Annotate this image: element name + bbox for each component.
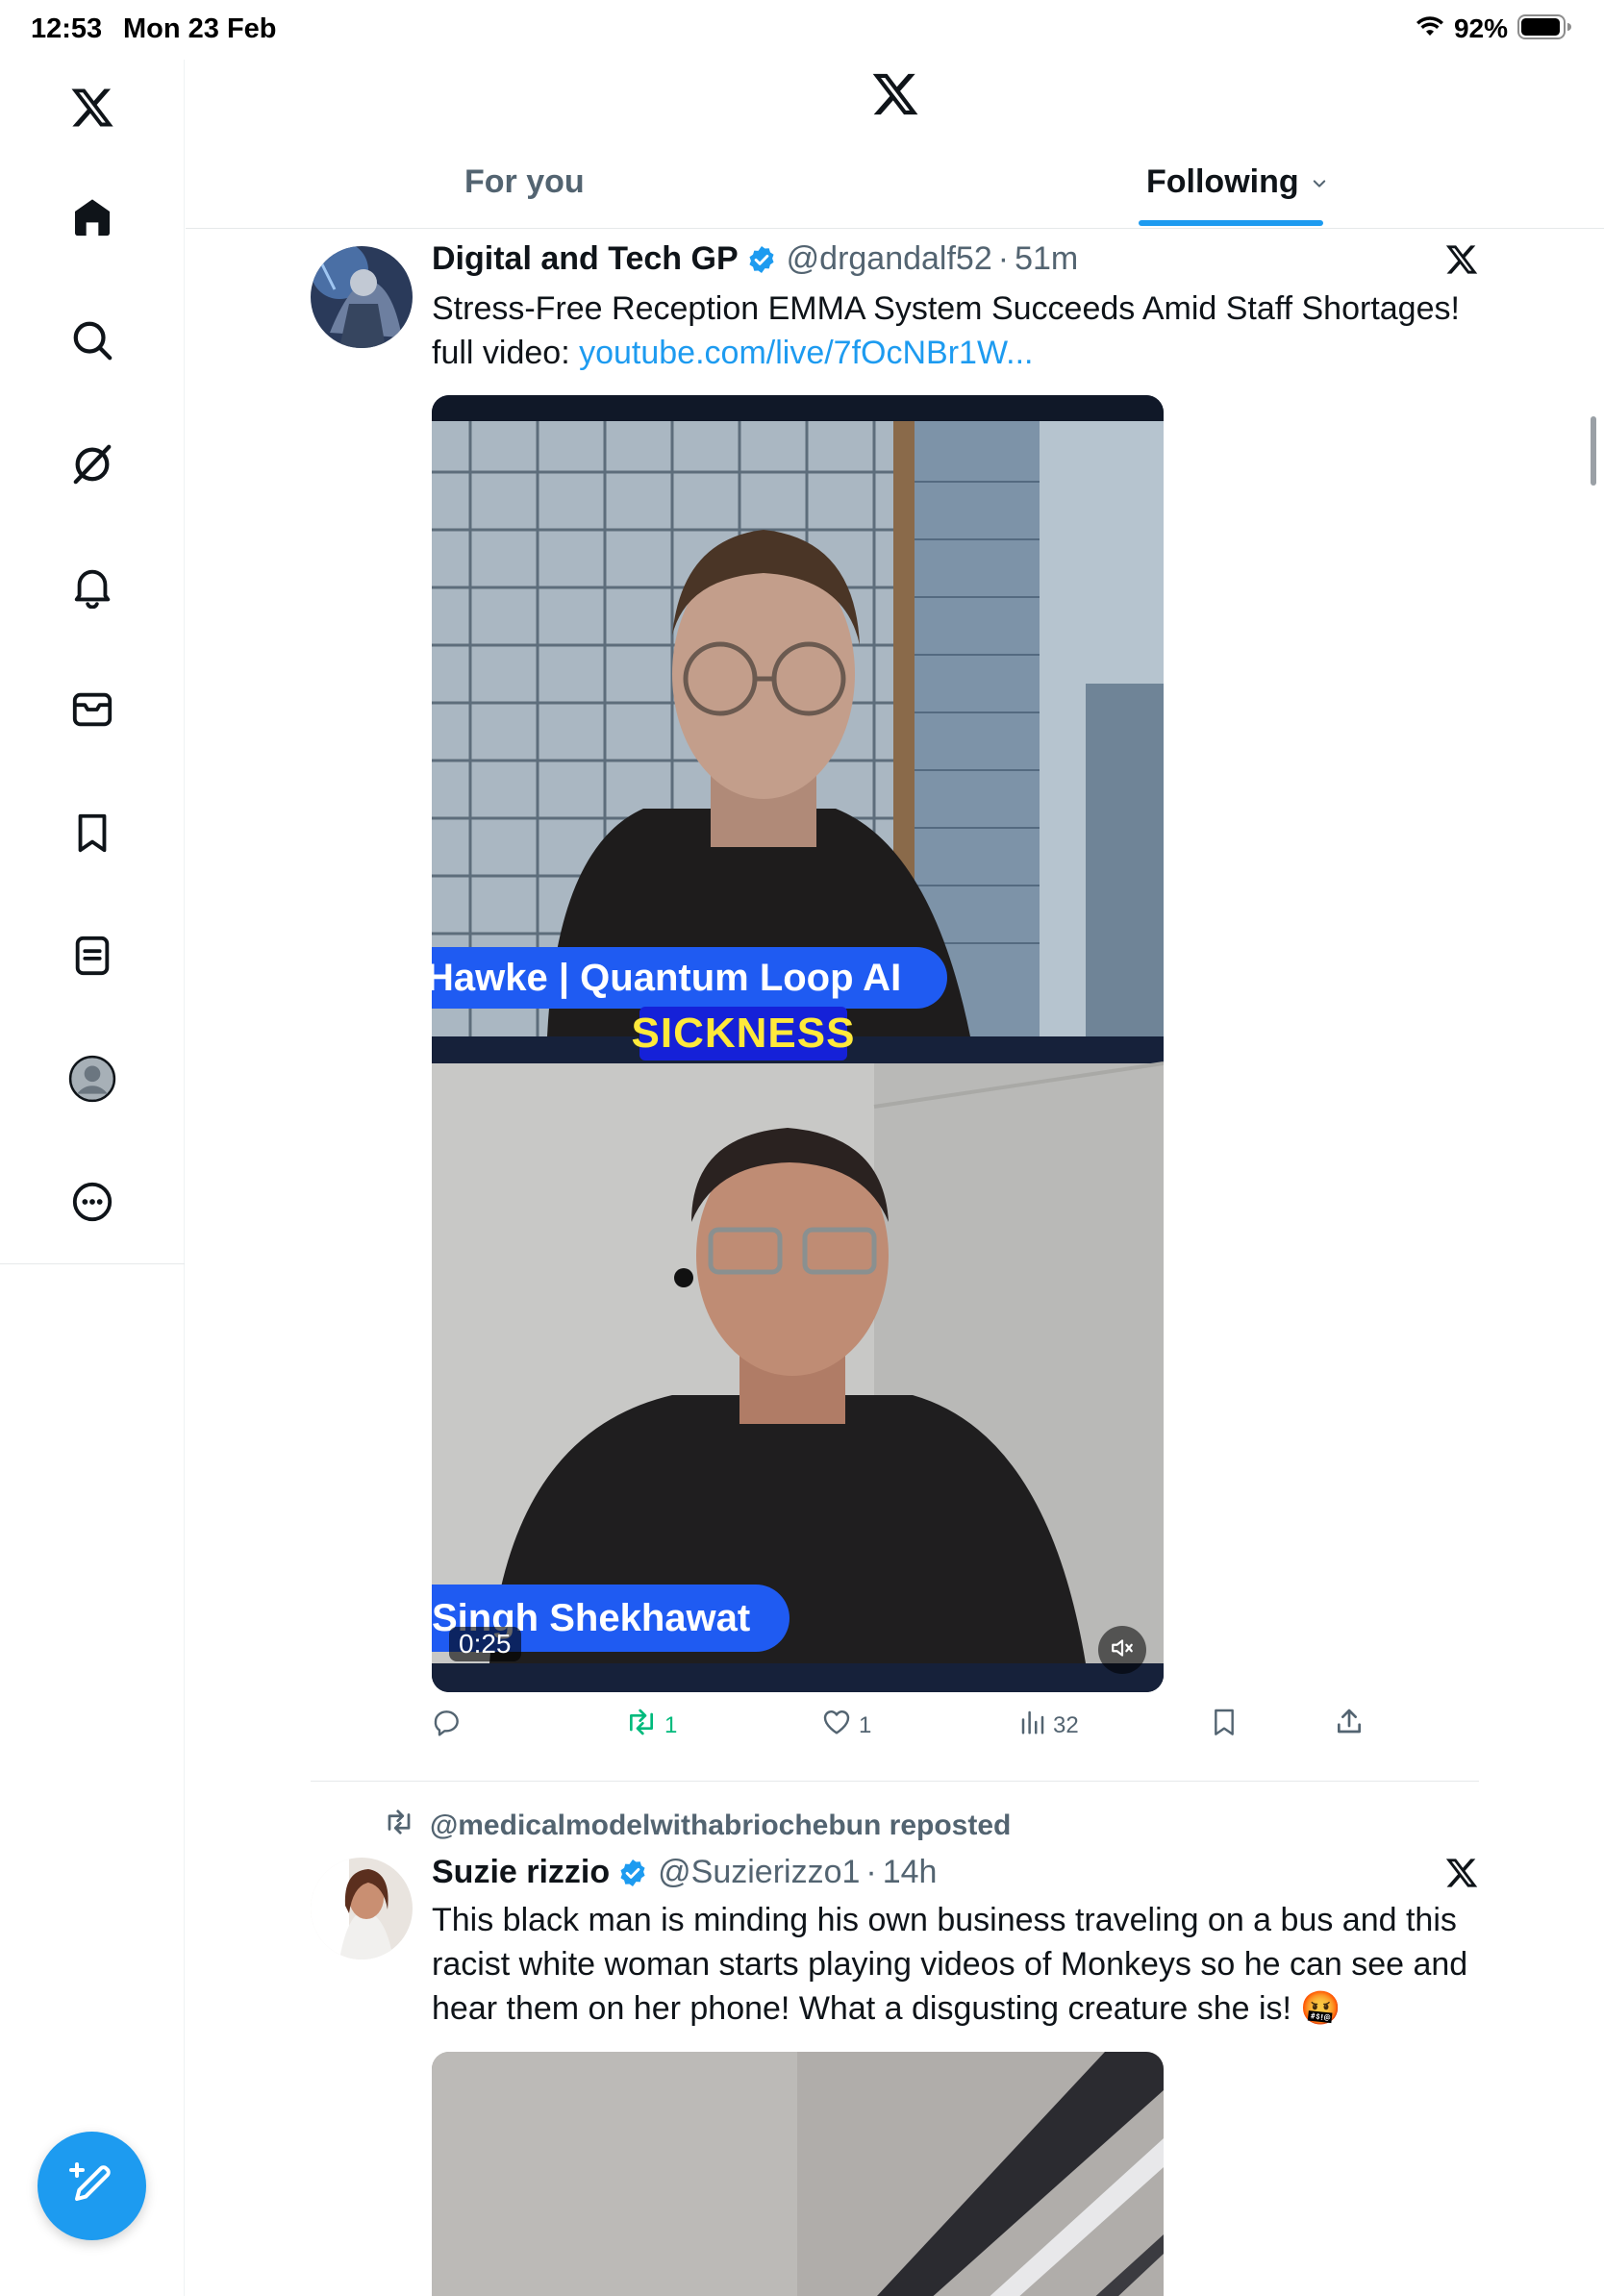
post-text-line: full video: youtube.com/live/7fOcNBr1W..… <box>432 331 1480 375</box>
wifi-icon <box>1416 15 1444 43</box>
status-right: 92% <box>1416 13 1571 44</box>
bell-icon <box>70 564 114 613</box>
like-button[interactable]: 1 <box>820 1707 871 1744</box>
post-header: Suzie rizzio @Suzierizzo1 · 14h <box>432 1854 937 1891</box>
more-icon <box>70 1180 114 1229</box>
tab-for-you[interactable]: For you <box>464 163 585 201</box>
repost-count: 1 <box>664 1711 678 1738</box>
scroll-indicator[interactable] <box>1591 416 1596 486</box>
share-icon <box>1334 1707 1365 1744</box>
video-duration: 0:25 <box>449 1627 521 1661</box>
sidebar-item-notifications[interactable] <box>0 540 185 636</box>
views-count: 32 <box>1053 1711 1079 1738</box>
sidebar-item-profile[interactable] <box>0 1033 185 1129</box>
like-count: 1 <box>859 1711 872 1738</box>
x-logo-icon[interactable] <box>1444 242 1479 282</box>
bookmark-icon <box>70 811 114 860</box>
tab-following[interactable]: Following <box>1146 163 1328 201</box>
avatar-icon <box>68 1055 116 1108</box>
x-logo-icon <box>870 69 920 124</box>
post-text: Stress-Free Reception EMMA System Succee… <box>432 287 1480 375</box>
status-bar: 12:53 Mon 23 Feb 92% <box>0 0 1604 60</box>
verified-badge-icon <box>617 1858 648 1888</box>
tab-active-indicator <box>1139 220 1323 226</box>
post-time[interactable]: 14h <box>883 1854 938 1891</box>
bookmark-icon <box>1209 1707 1240 1744</box>
x-logo-icon <box>69 85 115 136</box>
post-video[interactable] <box>432 2052 1164 2296</box>
repost-icon <box>624 1707 659 1744</box>
share-button[interactable] <box>1334 1707 1365 1744</box>
post-text-line: Stress-Free Reception EMMA System Succee… <box>432 290 1460 327</box>
video-lower-third-top: Hawke | Quantum Loop AI <box>432 947 947 1009</box>
video-caption: SICKNESS <box>632 1007 854 1061</box>
sidebar-item-lists[interactable] <box>0 910 185 1006</box>
post-author-name[interactable]: Digital and Tech GP <box>432 240 739 278</box>
post-time[interactable]: 51m <box>1015 240 1078 278</box>
post[interactable]: Digital and Tech GP @drgandalf52 · 51m S… <box>311 231 1479 1769</box>
post-video[interactable]: Hawke | Quantum Loop AI SICKNESS Singh S… <box>432 395 1164 1692</box>
sidebar-item-bookmarks[interactable] <box>0 786 185 883</box>
envelope-icon <box>70 687 114 736</box>
sidebar-divider <box>0 1263 185 1264</box>
tab-following-label: Following <box>1146 163 1299 200</box>
list-icon <box>70 934 114 983</box>
repost-icon <box>382 1808 416 1844</box>
repost-context[interactable]: @medicalmodelwithabriochebun reposted <box>382 1808 1011 1844</box>
post-header: Digital and Tech GP @drgandalf52 · 51m <box>432 240 1078 278</box>
chevron-down-icon[interactable] <box>1311 163 1328 201</box>
volume-muted-icon <box>1110 1635 1135 1665</box>
sidebar-item-grok[interactable] <box>0 417 185 513</box>
heart-icon <box>820 1707 853 1744</box>
post-actions: 1 1 32 <box>432 1707 1361 1755</box>
sidebar <box>0 60 185 2296</box>
post-text: This black man is minding his own busine… <box>432 1902 1468 2027</box>
sidebar-item-explore[interactable] <box>0 294 185 390</box>
grok-icon <box>70 441 114 490</box>
post-divider <box>311 1781 1479 1782</box>
sidebar-item-home[interactable] <box>0 171 185 267</box>
post-handle[interactable]: @Suzierizzo1 <box>658 1854 860 1891</box>
post-author-name[interactable]: Suzie rizzio <box>432 1854 610 1891</box>
mute-button[interactable] <box>1098 1626 1146 1674</box>
compose-button[interactable] <box>38 2132 146 2240</box>
search-icon <box>70 318 114 367</box>
avatar[interactable] <box>311 246 413 348</box>
bookmark-button[interactable] <box>1209 1707 1240 1744</box>
post-separator: · <box>997 240 1010 277</box>
sidebar-item-messages[interactable] <box>0 663 185 760</box>
status-time: 12:53 <box>31 13 103 44</box>
post[interactable]: Suzie rizzio @Suzierizzo1 · 14h This bla… <box>311 1846 1479 2296</box>
battery-percent: 92% <box>1453 13 1508 43</box>
repost-button[interactable]: 1 <box>624 1707 677 1744</box>
post-text-prefix: full video: <box>432 335 570 371</box>
lower-third-top-text: Hawke | Quantum Loop AI <box>432 956 902 999</box>
repost-context-text: @medicalmodelwithabriochebun reposted <box>430 1809 1012 1841</box>
x-logo-icon[interactable] <box>1444 1856 1479 1895</box>
avatar[interactable] <box>311 1858 413 1959</box>
timeline-header: For you Following <box>186 60 1604 229</box>
views-button[interactable]: 32 <box>1018 1707 1079 1744</box>
post-link[interactable]: youtube.com/live/7fOcNBr1W... <box>579 335 1033 371</box>
sidebar-item-x-logo[interactable] <box>0 62 185 158</box>
verified-badge-icon <box>746 244 777 275</box>
reply-icon <box>432 1707 463 1744</box>
battery-icon <box>1517 13 1571 44</box>
compose-icon <box>68 2160 115 2211</box>
home-icon <box>70 195 114 244</box>
sidebar-item-more[interactable] <box>0 1156 185 1252</box>
video-frame <box>432 2052 1164 2296</box>
status-date: Mon 23 Feb <box>123 13 277 44</box>
views-chart-icon <box>1018 1707 1047 1744</box>
post-separator: · <box>865 1854 877 1890</box>
reply-button[interactable] <box>432 1707 468 1744</box>
post-handle[interactable]: @drgandalf52 <box>787 240 992 278</box>
